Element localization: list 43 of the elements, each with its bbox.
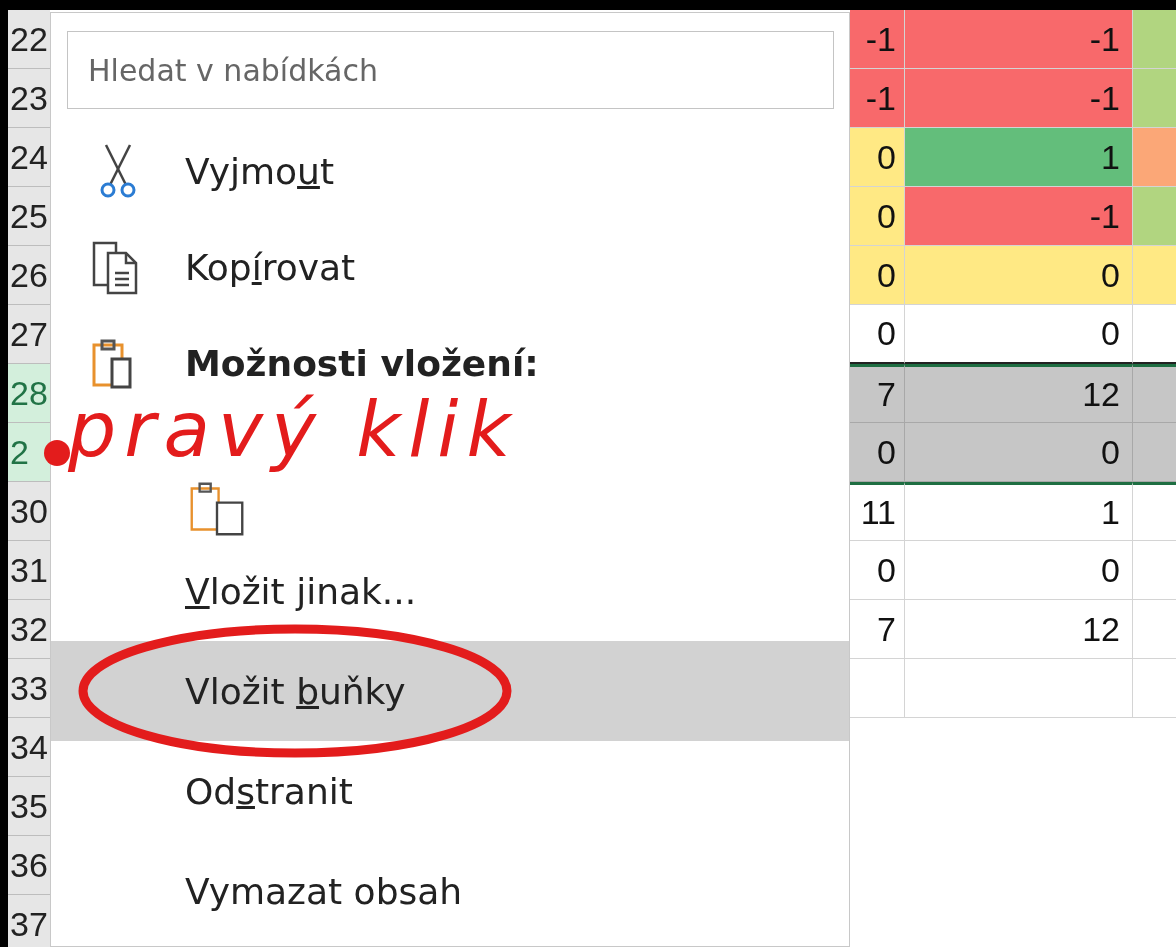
table-cell: 7 [850,600,905,659]
table-cell: 0 [850,305,905,364]
search-field[interactable]: Hledat v nabídkách [67,31,834,109]
table-cell: 0 [850,541,905,600]
table-cell: 0 [905,541,1133,600]
table-cell: 1 [905,128,1133,187]
row-header[interactable]: 37 [8,895,50,947]
table-cell: 11 [850,482,905,541]
row-header[interactable]: 24 [8,128,50,187]
table-cell: 0 [905,423,1133,482]
table-cell: 0 [850,128,905,187]
row-header[interactable]: 32 [8,600,50,659]
table-cell: -1 [850,10,905,69]
table-cell: 0 [850,423,905,482]
table-cell: -1 [905,69,1133,128]
table-cell: 0 [905,246,1133,305]
row-header[interactable]: 33 [8,659,50,718]
table-cell: 0 [850,246,905,305]
row-header[interactable]: 23 [8,69,50,128]
row-header[interactable]: 28 [8,364,50,423]
menu-heading: Možnosti vložení: [185,342,539,384]
table-cell: 1 [905,482,1133,541]
table-cell: -1 [850,69,905,128]
row-header[interactable]: 27 [8,305,50,364]
table-cell: -1 [905,10,1133,69]
scissors-icon [98,143,138,199]
row-header[interactable]: 22 [8,10,50,69]
row-header[interactable]: 26 [8,246,50,305]
row-header[interactable]: 25 [8,187,50,246]
table-cell: 12 [905,364,1133,423]
row-header[interactable]: 31 [8,541,50,600]
table-cell: -1 [905,187,1133,246]
row-header[interactable]: 30 [8,482,50,541]
handwritten-note: pravý klik [68,384,519,476]
menu-item[interactable]: Vložit buňky [51,641,849,741]
row-header[interactable]: 35 [8,777,50,836]
row-header[interactable]: 36 [8,836,50,895]
table-cell: 7 [850,364,905,423]
row-header[interactable]: 2 [8,423,50,482]
table-cell: 0 [905,305,1133,364]
row-header[interactable]: 34 [8,718,50,777]
table-cell: 0 [850,187,905,246]
table-cell: 12 [905,600,1133,659]
